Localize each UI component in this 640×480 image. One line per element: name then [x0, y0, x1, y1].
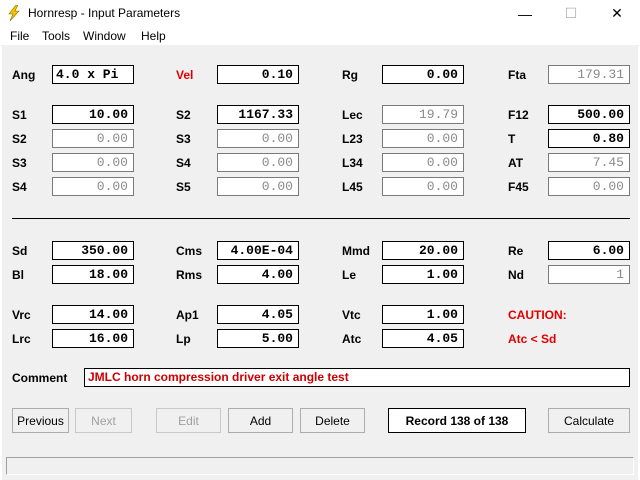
field-s1[interactable]: 10.00: [52, 105, 134, 124]
field-sd[interactable]: 350.00: [52, 241, 134, 260]
field-s4: 0.00: [52, 177, 134, 196]
label-cms: Cms: [176, 244, 203, 258]
label-s4-col2: S4: [176, 156, 191, 170]
field-ap1[interactable]: 4.05: [217, 305, 299, 324]
label-lp: Lp: [176, 332, 191, 346]
lightning-bolt-icon: [8, 5, 20, 21]
field-nd: 1: [548, 265, 630, 284]
field-rg[interactable]: 0.00: [382, 65, 464, 84]
field-s2-col2[interactable]: 1167.33: [217, 105, 299, 124]
field-f45: 0.00: [548, 177, 630, 196]
maximize-button[interactable]: ☐: [548, 0, 594, 27]
caution-label: CAUTION:: [508, 308, 567, 322]
label-s4: S4: [12, 180, 27, 194]
label-vrc: Vrc: [12, 308, 31, 322]
status-bar: [2, 454, 638, 480]
menu-file[interactable]: File: [10, 29, 29, 43]
label-lrc: Lrc: [12, 332, 31, 346]
field-f12[interactable]: 500.00: [548, 105, 630, 124]
field-vel[interactable]: 0.10: [217, 65, 299, 84]
label-l45: L45: [342, 180, 363, 194]
label-at: AT: [508, 156, 524, 170]
field-cms[interactable]: 4.00E-04: [217, 241, 299, 260]
field-le[interactable]: 1.00: [382, 265, 464, 284]
calculate-button[interactable]: Calculate: [548, 408, 630, 433]
field-t[interactable]: 0.80: [548, 129, 630, 148]
delete-button[interactable]: Delete: [300, 408, 365, 433]
label-t: T: [508, 132, 516, 146]
record-indicator: Record 138 of 138: [388, 408, 526, 433]
label-ap1: Ap1: [176, 308, 199, 322]
add-button[interactable]: Add: [228, 408, 293, 433]
label-mmd: Mmd: [342, 244, 370, 258]
minimize-button[interactable]: —: [502, 0, 548, 27]
field-bl[interactable]: 18.00: [52, 265, 134, 284]
field-lp[interactable]: 5.00: [217, 329, 299, 348]
field-s2: 0.00: [52, 129, 134, 148]
field-re[interactable]: 6.00: [548, 241, 630, 260]
label-sd: Sd: [12, 244, 28, 258]
label-rg: Rg: [342, 68, 358, 82]
label-s2: S2: [12, 132, 27, 146]
input-parameters-panel: Ang 4.0 x Pi Vel 0.10 Rg 0.00 Fta 179.31…: [2, 46, 638, 454]
menu-help[interactable]: Help: [141, 29, 166, 43]
field-lrc[interactable]: 16.00: [52, 329, 134, 348]
next-button[interactable]: Next: [75, 408, 132, 433]
field-s4-col2: 0.00: [217, 153, 299, 172]
label-s1: S1: [12, 108, 27, 122]
field-rms[interactable]: 4.00: [217, 265, 299, 284]
label-l34: L34: [342, 156, 363, 170]
field-lec: 19.79: [382, 105, 464, 124]
label-s3: S3: [12, 156, 27, 170]
menu-bar: File Tools Window Help: [0, 27, 640, 46]
label-fta: Fta: [508, 68, 526, 82]
field-s3: 0.00: [52, 153, 134, 172]
field-s3-col2: 0.00: [217, 129, 299, 148]
label-s3-col2: S3: [176, 132, 191, 146]
label-le: Le: [342, 268, 357, 282]
field-l34: 0.00: [382, 153, 464, 172]
status-panel: [6, 457, 634, 475]
label-atc: Atc: [342, 332, 362, 346]
label-l23: L23: [342, 132, 363, 146]
field-l23: 0.00: [382, 129, 464, 148]
label-rms: Rms: [176, 268, 203, 282]
field-vtc[interactable]: 1.00: [382, 305, 464, 324]
field-vrc[interactable]: 14.00: [52, 305, 134, 324]
field-ang[interactable]: 4.0 x Pi: [52, 65, 134, 84]
label-f12: F12: [508, 108, 529, 122]
window-title: Hornresp - Input Parameters: [28, 6, 181, 20]
field-fta: 179.31: [548, 65, 630, 84]
label-vtc: Vtc: [342, 308, 361, 322]
label-s5: S5: [176, 180, 191, 194]
section-divider: [12, 218, 630, 219]
field-at: 7.45: [548, 153, 630, 172]
field-mmd[interactable]: 20.00: [382, 241, 464, 260]
label-ang: Ang: [12, 68, 36, 82]
caution-message: Atc < Sd: [508, 332, 557, 346]
label-f45: F45: [508, 180, 529, 194]
label-s2-col2: S2: [176, 108, 191, 122]
previous-button[interactable]: Previous: [12, 408, 69, 433]
label-vel: Vel: [176, 68, 194, 82]
close-button[interactable]: ✕: [594, 0, 640, 27]
field-atc[interactable]: 4.05: [382, 329, 464, 348]
field-s5: 0.00: [217, 177, 299, 196]
label-nd: Nd: [508, 268, 524, 282]
menu-window[interactable]: Window: [83, 29, 126, 43]
label-re: Re: [508, 244, 524, 258]
field-l45: 0.00: [382, 177, 464, 196]
comment-field[interactable]: JMLC horn compression driver exit angle …: [84, 368, 630, 387]
edit-button[interactable]: Edit: [156, 408, 221, 433]
label-comment: Comment: [12, 371, 68, 385]
label-lec: Lec: [342, 108, 363, 122]
label-bl: Bl: [12, 268, 24, 282]
title-bar: Hornresp - Input Parameters — ☐ ✕: [0, 0, 640, 27]
menu-tools[interactable]: Tools: [42, 29, 70, 43]
